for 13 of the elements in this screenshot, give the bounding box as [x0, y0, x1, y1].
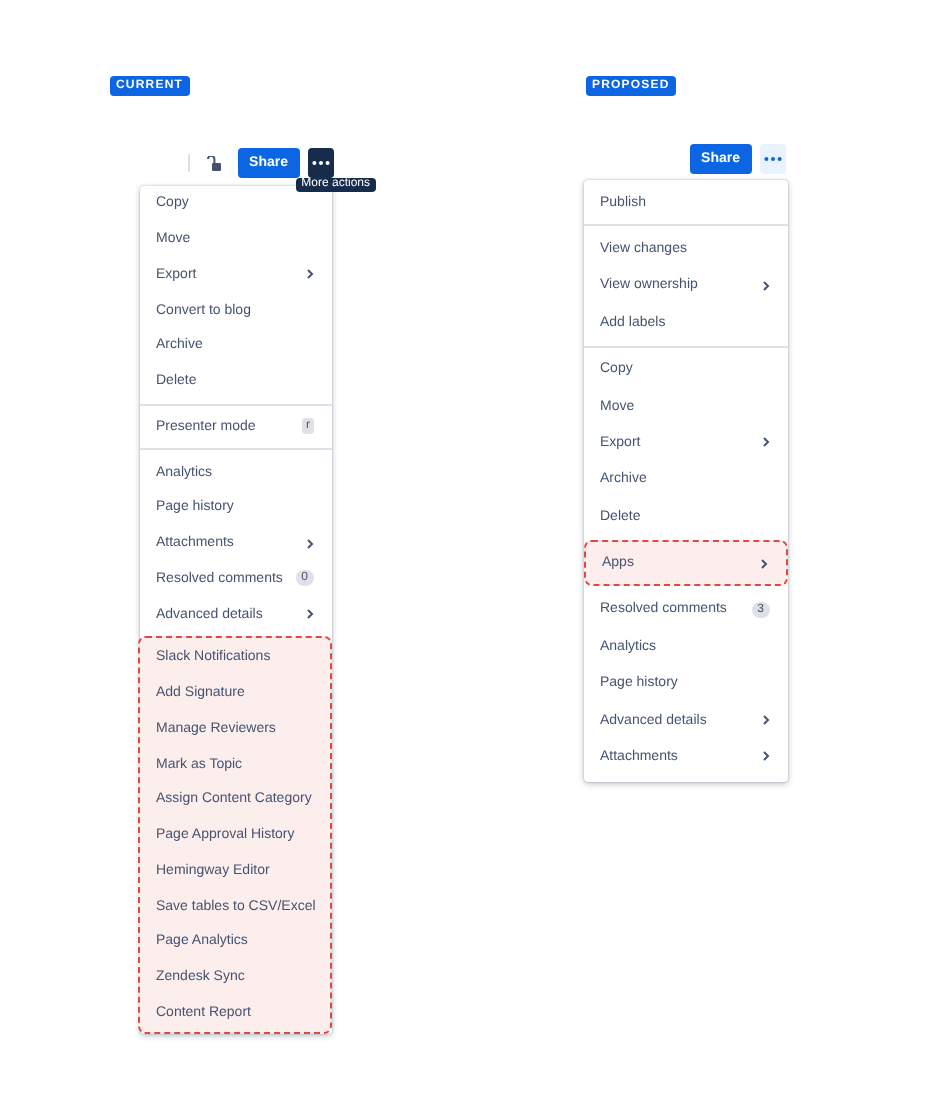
chevron-right-icon	[762, 714, 770, 727]
chevron-right-icon	[762, 436, 770, 449]
chevron-right-icon	[306, 608, 314, 621]
chevron-right-icon	[762, 750, 770, 763]
more-actions-button[interactable]	[308, 148, 334, 178]
chevron-right-icon	[760, 557, 768, 570]
chevron-right-icon	[762, 279, 770, 292]
ellipsis-icon	[312, 160, 330, 166]
padlock-icon	[205, 155, 222, 171]
unlock-button[interactable]	[201, 151, 226, 175]
chevron-right-icon	[306, 268, 314, 281]
chevron-right-icon	[306, 537, 314, 550]
ellipsis-icon	[764, 156, 782, 162]
